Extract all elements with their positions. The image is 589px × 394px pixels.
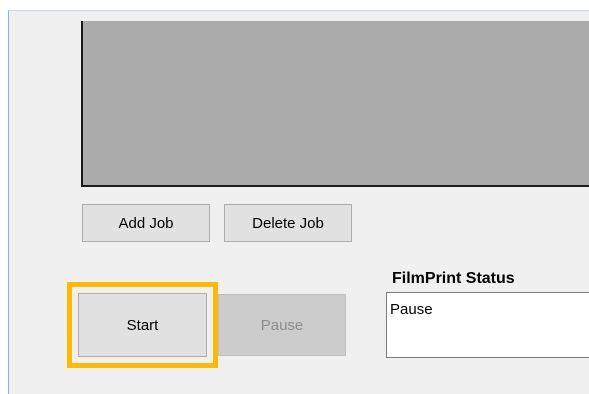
filmprint-status-field[interactable]: Pause bbox=[386, 292, 589, 358]
pause-label: Pause bbox=[260, 316, 304, 334]
delete-job-button[interactable]: Delete Job bbox=[224, 204, 352, 242]
start-label: Start bbox=[126, 316, 159, 334]
filmprint-status-label: FilmPrint Status bbox=[392, 270, 515, 287]
add-job-button[interactable]: Add Job bbox=[82, 204, 210, 242]
add-job-label: Add Job bbox=[118, 214, 174, 232]
delete-job-label: Delete Job bbox=[252, 214, 324, 232]
job-list[interactable] bbox=[81, 21, 589, 187]
start-button[interactable]: Start bbox=[78, 293, 207, 357]
filmprint-status-value: Pause bbox=[390, 301, 433, 318]
pause-button[interactable]: Pause bbox=[218, 294, 346, 356]
